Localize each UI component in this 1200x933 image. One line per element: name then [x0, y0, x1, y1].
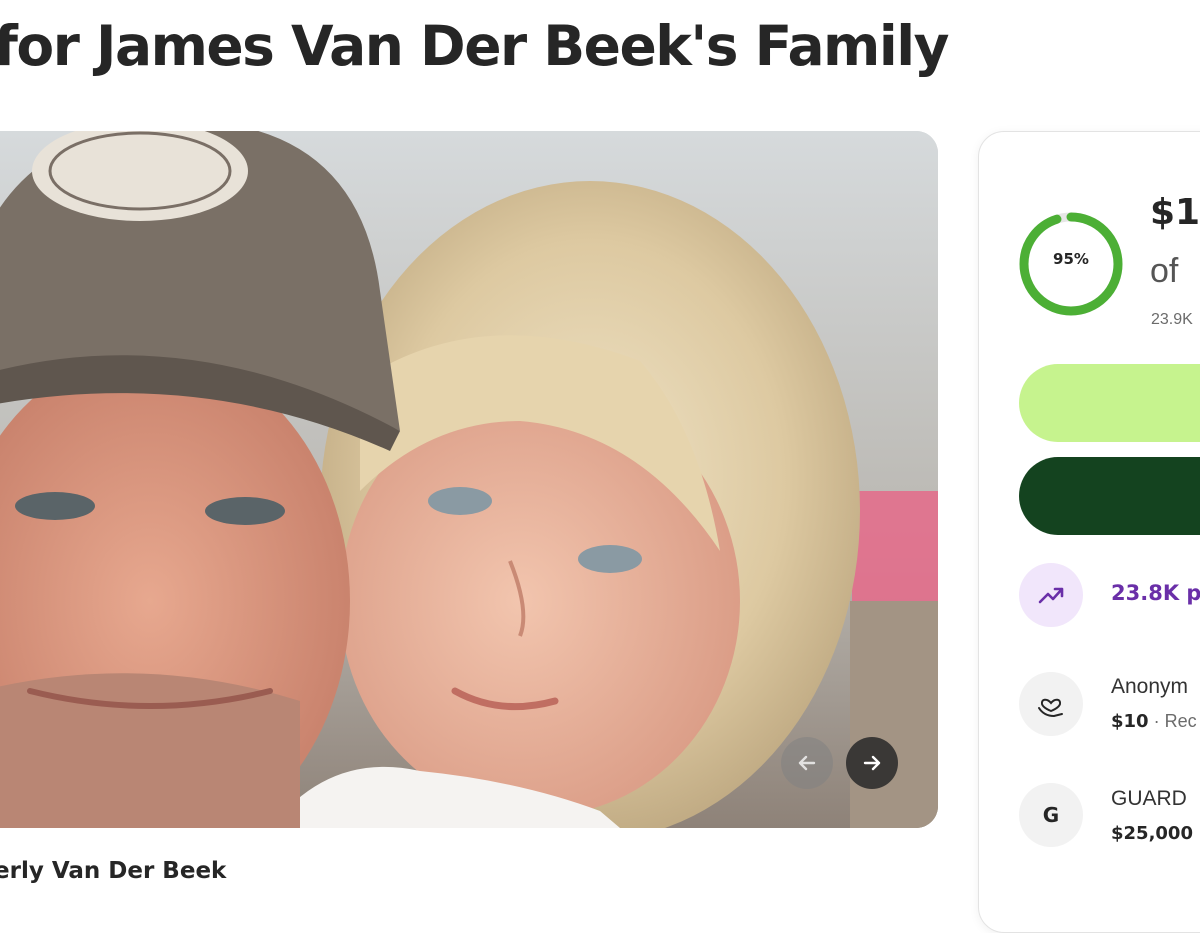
progress-percent-label: 95% [1053, 250, 1089, 268]
arrow-left-icon [798, 755, 816, 771]
organizer-name[interactable]: erly Van Der Beek [0, 858, 226, 884]
photo-gallery[interactable] [0, 131, 938, 828]
family-selfie-photo [0, 131, 938, 828]
amount-raised: $1, [1150, 192, 1200, 233]
donor-name-1: Anonym [1111, 675, 1189, 698]
donation-amount-1: $10 · Rec [1111, 711, 1197, 732]
donation-amount-2: $25,000 [1111, 823, 1193, 844]
arrow-right-icon [863, 755, 881, 771]
donor-avatar-2: G [1019, 783, 1083, 847]
donor-initial: G [1042, 803, 1060, 827]
donation-count: 23.9K [1151, 311, 1193, 328]
share-button[interactable] [1019, 364, 1200, 442]
page-title: for James Van Der Beek's Family [0, 14, 949, 78]
donor-name-2: GUARD [1111, 787, 1187, 810]
heart-hand-icon [1019, 672, 1083, 736]
previous-photo-button[interactable] [781, 737, 833, 789]
goal-amount: of [1150, 252, 1179, 290]
trending-text: 23.8K p [1111, 581, 1200, 605]
trending-icon [1019, 563, 1083, 627]
donate-button[interactable] [1019, 457, 1200, 535]
next-photo-button[interactable] [846, 737, 898, 789]
